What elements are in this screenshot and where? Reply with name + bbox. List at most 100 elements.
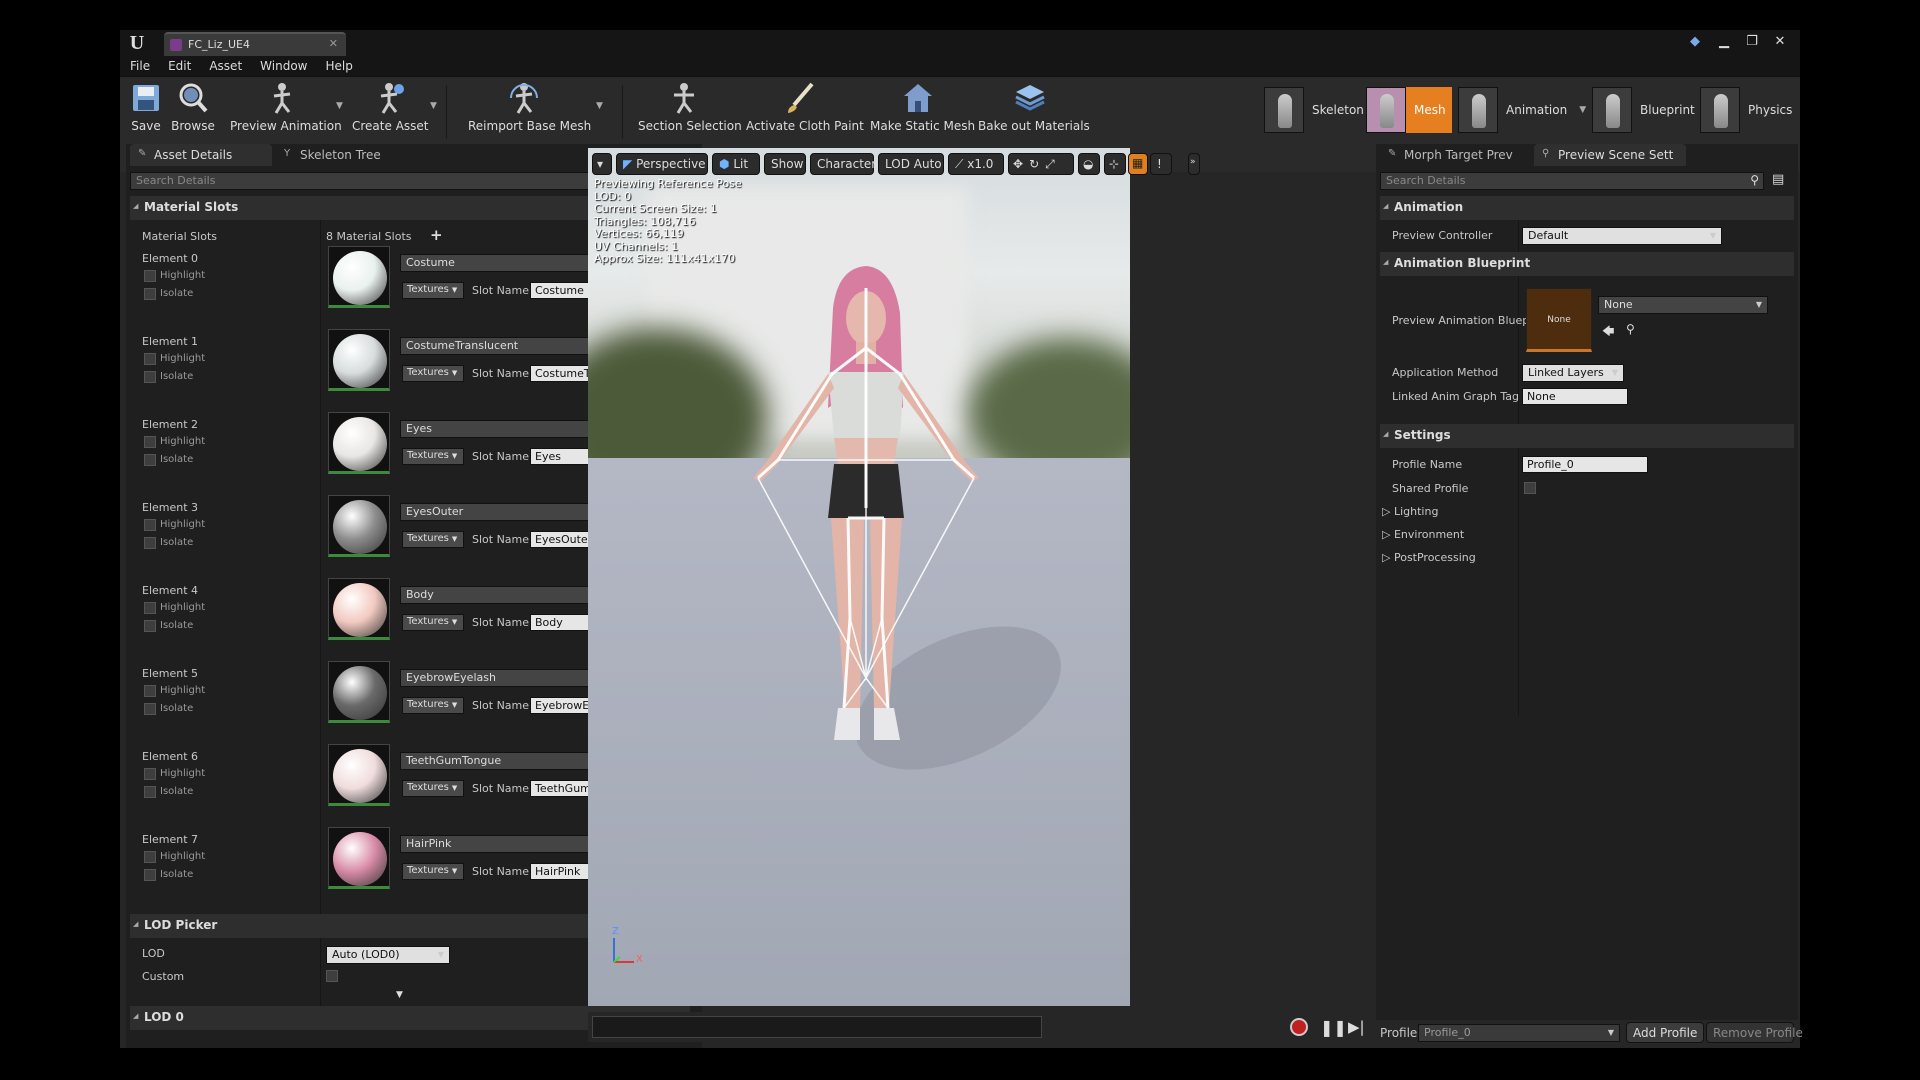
save-button[interactable]: Save [126, 81, 166, 137]
scale-icon[interactable]: ⤢ [1045, 157, 1061, 171]
grid-snap-icon[interactable]: ⊹ [1104, 153, 1126, 175]
highlight-checkbox[interactable] [144, 768, 156, 780]
close-tab-icon[interactable]: ✕ [329, 37, 338, 50]
section-selection-button[interactable]: Section Selection [638, 81, 742, 137]
highlight-checkbox[interactable] [144, 436, 156, 448]
lod-select[interactable]: Auto (LOD0) [326, 946, 450, 964]
isolate-checkbox[interactable] [144, 620, 156, 632]
tab-skeleton-tree[interactable]: Y Skeleton Tree [276, 144, 416, 166]
material-thumbnail[interactable] [328, 827, 390, 889]
browse-asset-icon[interactable]: ⚲ [1626, 322, 1635, 336]
material-select[interactable]: Body [400, 586, 610, 604]
menu-asset[interactable]: Asset [209, 59, 242, 73]
custom-lod-checkbox[interactable] [326, 970, 338, 982]
animation-category[interactable]: Animation [1380, 196, 1794, 220]
settings-category[interactable]: Settings [1380, 424, 1794, 448]
isolate-checkbox[interactable] [144, 454, 156, 466]
preview-animation-button[interactable]: Preview Animation [230, 81, 342, 137]
record-icon[interactable] [1290, 1018, 1308, 1036]
textures-dropdown[interactable]: Textures [402, 614, 464, 631]
animation-mode-dropdown[interactable]: ▼ [1579, 105, 1586, 115]
close-window-button[interactable]: ✕ [1768, 33, 1792, 51]
material-thumbnail[interactable] [328, 744, 390, 806]
use-selected-arrow-icon[interactable]: 🡄 [1602, 322, 1614, 343]
preview-animation-dropdown[interactable]: ▼ [336, 101, 343, 111]
asset-document-tab[interactable]: FC_Liz_UE4 ✕ [164, 32, 346, 56]
mode-mesh[interactable]: Mesh [1366, 87, 1452, 133]
add-profile-button[interactable]: Add Profile [1626, 1022, 1704, 1043]
play-speed-button[interactable]: ⟋ x1.0 [948, 153, 1004, 175]
bake-out-materials-button[interactable]: Bake out Materials [978, 81, 1090, 137]
anim-blueprint-select[interactable]: None [1598, 296, 1768, 314]
tab-asset-details[interactable]: ✎ Asset Details [130, 144, 272, 166]
mode-physics[interactable]: Physics [1700, 87, 1792, 133]
material-thumbnail[interactable] [328, 329, 390, 391]
activate-cloth-paint-button[interactable]: Activate Cloth Paint [746, 81, 864, 137]
transform-tools[interactable]: ✥↻⤢ [1008, 153, 1074, 175]
material-select[interactable]: EyesOuter [400, 503, 610, 521]
menu-help[interactable]: Help [325, 59, 352, 73]
show-button[interactable]: Show [764, 153, 806, 175]
linked-anim-graph-tag-input[interactable]: None [1522, 388, 1628, 405]
step-forward-icon[interactable]: ▶| [1348, 1018, 1365, 1036]
highlight-checkbox[interactable] [144, 270, 156, 282]
material-select[interactable]: HairPink [400, 835, 610, 853]
material-select[interactable]: Eyes [400, 420, 610, 438]
perspective-button[interactable]: ◤ Perspective [616, 153, 708, 175]
material-select[interactable]: TeethGumTongue [400, 752, 610, 770]
material-select[interactable]: Costume [400, 254, 610, 272]
profile-name-input[interactable]: Profile_0 [1522, 456, 1648, 473]
maximize-button[interactable]: ❐ [1740, 33, 1764, 51]
material-thumbnail[interactable] [328, 578, 390, 640]
textures-dropdown[interactable]: Textures [402, 531, 464, 548]
isolate-checkbox[interactable] [144, 537, 156, 549]
create-asset-button[interactable]: Create Asset [352, 81, 429, 137]
viewport[interactable]: Z X [588, 148, 1130, 1006]
details-search-input[interactable]: Search Details ⚲ [130, 172, 632, 190]
application-method-select[interactable]: Linked Layers [1522, 364, 1624, 382]
isolate-checkbox[interactable] [144, 786, 156, 798]
browse-button[interactable]: Browse [170, 81, 216, 137]
material-thumbnail[interactable] [328, 495, 390, 557]
highlight-checkbox[interactable] [144, 602, 156, 614]
textures-dropdown[interactable]: Textures [402, 282, 464, 299]
textures-dropdown[interactable]: Textures [402, 365, 464, 382]
material-select[interactable]: CostumeTranslucent [400, 337, 610, 355]
add-slot-icon[interactable]: + [430, 226, 443, 244]
create-asset-dropdown[interactable]: ▼ [430, 101, 437, 111]
isolate-checkbox[interactable] [144, 288, 156, 300]
material-select[interactable]: EyebrowEyelash [400, 669, 610, 687]
lod-auto-button[interactable]: LOD Auto [878, 153, 944, 175]
anim-blueprint-thumbnail[interactable]: None [1526, 288, 1592, 352]
isolate-checkbox[interactable] [144, 371, 156, 383]
rotate-icon[interactable]: ↻ [1029, 157, 1045, 171]
highlight-checkbox[interactable] [144, 685, 156, 697]
material-thumbnail[interactable] [328, 412, 390, 474]
expand-advanced-icon[interactable]: ▼ [396, 990, 403, 1000]
preview-controller-select[interactable]: Default [1522, 227, 1722, 245]
highlight-checkbox[interactable] [144, 851, 156, 863]
viewport-expand-icon[interactable]: » [1188, 153, 1200, 175]
isolate-checkbox[interactable] [144, 869, 156, 881]
textures-dropdown[interactable]: Textures [402, 448, 464, 465]
lit-button[interactable]: ⬢ Lit [712, 153, 760, 175]
mode-animation[interactable]: Animation ▼ [1458, 87, 1586, 133]
textures-dropdown[interactable]: Textures [402, 697, 464, 714]
grid-snap-active-icon[interactable]: ▦ [1128, 153, 1148, 175]
remove-profile-button[interactable]: Remove Profile [1706, 1022, 1803, 1043]
mode-blueprint[interactable]: Blueprint [1592, 87, 1695, 133]
menu-edit[interactable]: Edit [168, 59, 191, 73]
pause-icon[interactable]: ❚❚ [1320, 1018, 1347, 1037]
character-button[interactable]: Character [810, 153, 876, 175]
textures-dropdown[interactable]: Textures [402, 780, 464, 797]
animation-blueprint-category[interactable]: Animation Blueprint [1380, 252, 1794, 276]
menu-file[interactable]: File [130, 59, 150, 73]
viewport-options-dropdown[interactable]: ▾ [592, 153, 612, 175]
reimport-base-mesh-button[interactable]: Reimport Base Mesh [468, 81, 591, 137]
minimize-button[interactable]: ▁ [1712, 33, 1736, 51]
material-thumbnail[interactable] [328, 246, 390, 308]
viewport-warning-button[interactable]: ! [1150, 153, 1172, 175]
scene-search-input[interactable]: Search Details ⚲ [1380, 172, 1764, 190]
property-matrix-icon[interactable]: ▤ [1772, 172, 1784, 187]
lighting-subcategory[interactable]: ▷ Lighting [1382, 505, 1438, 518]
